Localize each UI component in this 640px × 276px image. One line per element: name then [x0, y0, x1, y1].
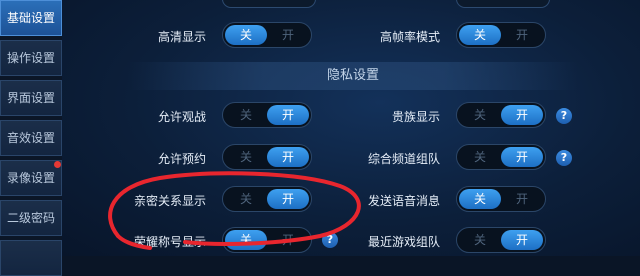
annotation-stroke: [108, 171, 361, 246]
annotation-stroke-tail: [116, 234, 152, 250]
annotation-circle: [108, 171, 361, 250]
